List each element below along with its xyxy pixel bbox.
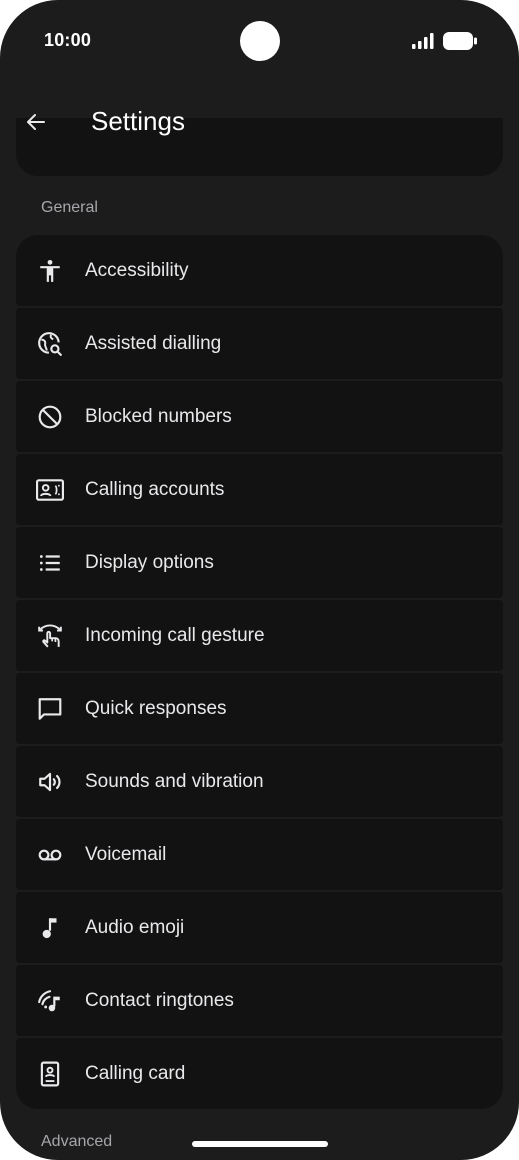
contact-card-icon: [36, 476, 64, 504]
home-indicator[interactable]: [192, 1141, 328, 1147]
setting-label: Quick responses: [85, 697, 227, 719]
setting-label: Display options: [85, 551, 214, 573]
section-header-advanced: Advanced: [41, 1133, 113, 1150]
general-settings-list: Accessibility Assisted dialling Blocked …: [16, 235, 503, 1111]
status-bar: 10:00: [0, 0, 519, 84]
setting-label: Calling card: [85, 1062, 186, 1084]
setting-assisted-dialling[interactable]: Assisted dialling: [16, 308, 503, 379]
voicemail-icon: [36, 841, 64, 869]
setting-label: Accessibility: [85, 259, 189, 281]
signal-icon: [412, 33, 434, 49]
setting-sounds-and-vibration[interactable]: Sounds and vibration: [16, 746, 503, 817]
setting-calling-card[interactable]: Calling card: [16, 1038, 503, 1109]
setting-incoming-call-gesture[interactable]: Incoming call gesture: [16, 600, 503, 671]
list-icon: [36, 549, 64, 577]
setting-label: Assisted dialling: [85, 332, 222, 354]
page-title: Settings: [91, 106, 185, 136]
setting-calling-accounts[interactable]: Calling accounts: [16, 454, 503, 525]
status-time: 10:00: [44, 30, 92, 50]
status-icons: [412, 32, 477, 50]
setting-label: Calling accounts: [85, 478, 225, 500]
setting-label: Sounds and vibration: [85, 770, 264, 792]
accessibility-icon: [36, 257, 64, 285]
section-header-general: General: [41, 199, 98, 216]
music-note-icon: [36, 914, 64, 942]
block-icon: [36, 403, 64, 431]
setting-label: Contact ringtones: [85, 989, 234, 1011]
back-button[interactable]: [14, 100, 58, 144]
setting-accessibility[interactable]: Accessibility: [16, 235, 503, 306]
setting-contact-ringtones[interactable]: Contact ringtones: [16, 965, 503, 1036]
battery-icon: [443, 32, 477, 50]
setting-display-options[interactable]: Display options: [16, 527, 503, 598]
phone-screen: 10:00 Settings General Accessibility Ass…: [0, 0, 519, 1160]
setting-label: Audio emoji: [85, 916, 185, 938]
camera-cutout: [240, 21, 280, 61]
volume-icon: [36, 768, 64, 796]
setting-audio-emoji[interactable]: Audio emoji: [16, 892, 503, 963]
globe-search-icon: [36, 330, 64, 358]
calling-card-icon: [36, 1060, 64, 1088]
swipe-gesture-icon: [36, 622, 64, 650]
message-icon: [36, 695, 64, 723]
top-app-bar: Settings: [0, 92, 519, 154]
setting-voicemail[interactable]: Voicemail: [16, 819, 503, 890]
setting-blocked-numbers[interactable]: Blocked numbers: [16, 381, 503, 452]
setting-quick-responses[interactable]: Quick responses: [16, 673, 503, 744]
ringtone-icon: [36, 987, 64, 1015]
setting-label: Incoming call gesture: [85, 624, 265, 646]
setting-label: Blocked numbers: [85, 405, 232, 427]
setting-label: Voicemail: [85, 843, 167, 865]
arrow-back-icon: [24, 110, 48, 134]
